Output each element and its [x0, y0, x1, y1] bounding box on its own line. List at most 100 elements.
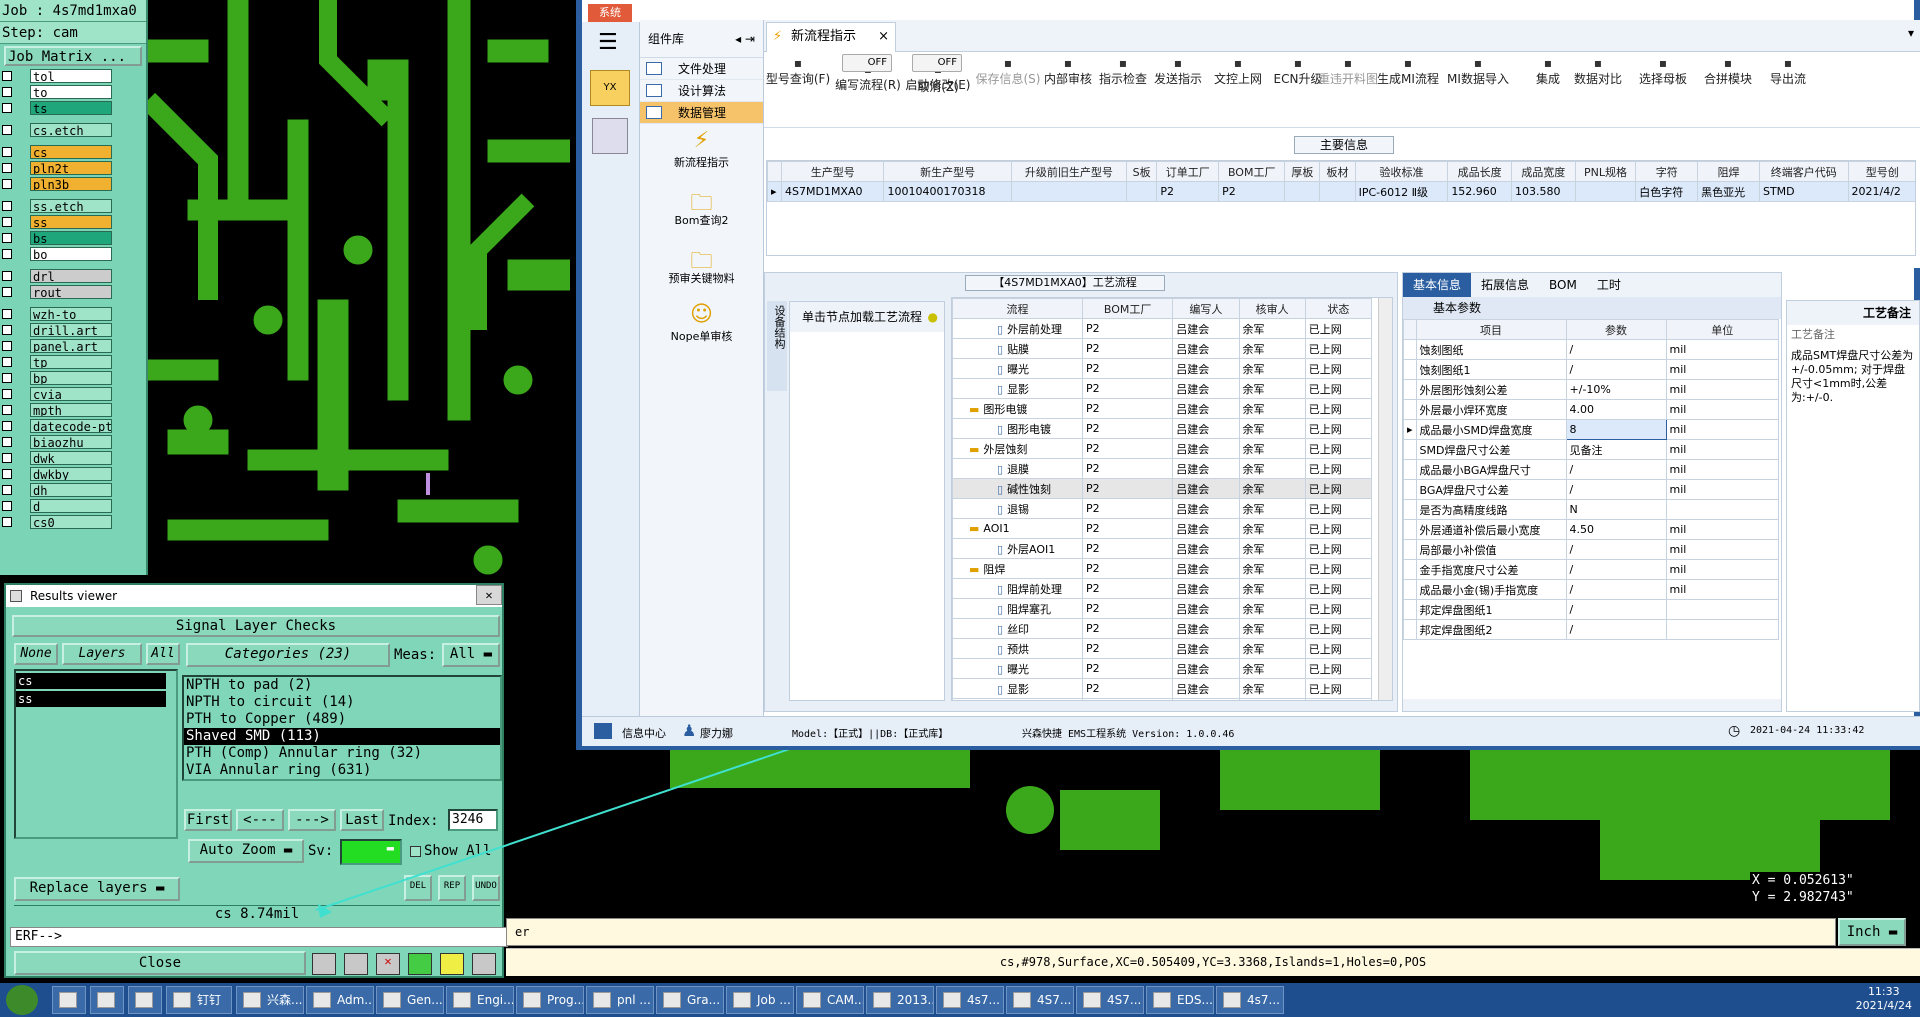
grid-cell[interactable]: 152.960	[1447, 181, 1512, 202]
layer-row[interactable]: ts	[2, 100, 146, 116]
check-item[interactable]: Shaved SMD (113)	[184, 728, 500, 745]
layer-checkbox-icon[interactable]	[2, 179, 12, 189]
layer-row[interactable]: tol	[2, 68, 146, 84]
layer-name[interactable]: mpth	[30, 403, 112, 417]
layer-checkbox-icon[interactable]	[2, 163, 12, 173]
table-row[interactable]: 蚀刻图纸1/mil	[1403, 359, 1780, 380]
equipment-structure-tab[interactable]: 设备结构	[767, 301, 787, 391]
clock[interactable]: 11:33 2021/4/24	[1856, 985, 1912, 1013]
side-tool[interactable]: 🗀 Bom查询2	[640, 182, 763, 240]
table-row[interactable]: 蚀刻图纸 / mil	[1403, 339, 1780, 360]
table-row[interactable]: ▬ AOI1 P2 吕建会 余军 已上网	[952, 518, 1373, 539]
taskbar-item[interactable]: Prog...	[516, 986, 584, 1014]
first-button[interactable]: First	[184, 809, 232, 831]
grid-cell[interactable]: IPC-6012 Ⅱ级	[1354, 181, 1449, 202]
flow-header[interactable]: 核审人	[1238, 298, 1306, 319]
layer-name[interactable]: biaozhu	[30, 435, 112, 449]
grid-cell[interactable]	[1284, 181, 1321, 202]
table-row[interactable]: 外层图形蚀刻公差 +/-10% mil	[1403, 379, 1780, 400]
table-row[interactable]: ▯ 丝印 P2 吕建会 余军 已上网	[952, 618, 1373, 639]
layer-name[interactable]: cvia	[30, 387, 112, 401]
layer-name[interactable]: ts	[30, 101, 112, 115]
system-tab[interactable]: 系统	[588, 4, 632, 22]
taskbar-item[interactable]: Adm...	[306, 986, 374, 1014]
grid-cell[interactable]	[1319, 181, 1356, 202]
param-header[interactable]: 单位	[1665, 319, 1780, 340]
param-value[interactable]: 见备注	[1565, 439, 1667, 460]
table-row[interactable]: ▯ 碱性蚀刻 P2 吕建会 余军 已上网	[952, 478, 1373, 499]
grid-header[interactable]: 成品长度	[1447, 161, 1512, 182]
table-row[interactable]: 外层通道补偿后最小宽度 4.50 mil	[1403, 519, 1780, 540]
layer-name[interactable]: cs0	[30, 515, 112, 529]
taskbar-item[interactable]: 钉钉	[166, 986, 232, 1014]
layer-checkbox-icon[interactable]	[2, 71, 12, 81]
table-row[interactable]: ▯ 退膜 P2 吕建会 余军 已上网	[952, 458, 1373, 479]
layer-row[interactable]: pln3b	[2, 176, 146, 192]
grid-header[interactable]: 型号创	[1847, 161, 1915, 182]
table-row[interactable]: ▯ 显影 P2 吕建会 余军 已上网	[952, 678, 1373, 699]
flow-scrollbar[interactable]	[1378, 298, 1392, 700]
layer-checkbox-icon[interactable]	[2, 147, 12, 157]
info-tab[interactable]: 工时	[1587, 273, 1631, 297]
param-value[interactable]: /	[1565, 599, 1667, 620]
grid-header[interactable]: PNL规格	[1574, 161, 1637, 182]
ribbon-button[interactable]: ▪ 合拼模块	[1694, 56, 1762, 87]
close-icon[interactable]: ×	[878, 23, 889, 51]
layer-row[interactable]: to	[2, 84, 146, 100]
ribbon-button[interactable]: ▪ 保存信息(S)	[974, 56, 1042, 87]
layer-checkbox-icon[interactable]	[2, 287, 12, 297]
param-header[interactable]: 项目	[1415, 319, 1567, 340]
layer-row[interactable]: mpth	[2, 402, 146, 418]
flow-header[interactable]: BOM工厂	[1081, 298, 1174, 319]
grid-cell[interactable]	[1574, 181, 1637, 202]
layer-checkbox-icon[interactable]	[2, 103, 12, 113]
prev-button[interactable]: <---	[236, 809, 284, 831]
layer-row[interactable]: biaozhu	[2, 434, 146, 450]
layer-name[interactable]: cs.etch	[30, 123, 112, 137]
sv-select[interactable]: ▬	[340, 839, 402, 865]
param-value[interactable]: /	[1565, 479, 1667, 500]
ribbon-toggle-edit[interactable]: OFF	[912, 54, 962, 72]
layers-button[interactable]: Layers	[62, 643, 142, 665]
ribbon-button[interactable]: ▪ 重违开料图	[1314, 56, 1382, 87]
layer-name[interactable]: ss.etch	[30, 199, 112, 213]
categories-button[interactable]: Categories (23)	[186, 643, 390, 667]
param-value[interactable]: /	[1565, 579, 1667, 600]
erf-command-line[interactable]: ERF-->	[10, 927, 508, 947]
layer-name[interactable]: cs	[30, 145, 112, 159]
taskbar-item[interactable]: EDS...	[1146, 986, 1214, 1014]
checkbox-icon[interactable]	[410, 845, 421, 857]
param-value[interactable]: /	[1565, 539, 1667, 560]
layer-checkbox-icon[interactable]	[2, 201, 12, 211]
param-value[interactable]: 4.50	[1565, 519, 1667, 540]
grid-header[interactable]: 字符	[1635, 161, 1699, 182]
grid-header[interactable]: 新生产型号	[883, 161, 1012, 182]
table-row[interactable]: ▬字符P2吕建会余军已上网	[952, 698, 1373, 700]
layer-checkbox-icon[interactable]	[2, 373, 12, 383]
param-value[interactable]: 4.00	[1565, 399, 1667, 420]
table-row[interactable]: ▸ 成品最小SMD焊盘宽度 8 mil	[1403, 419, 1780, 440]
layer-name[interactable]: datecode-pth	[30, 419, 112, 433]
table-row[interactable]: ▯ 曝光 P2 吕建会 余军 已上网	[952, 658, 1373, 679]
table-row[interactable]: 局部最小补偿值 / mil	[1403, 539, 1780, 560]
layer-row[interactable]: drill.art	[2, 322, 146, 338]
table-row[interactable]: 邦定焊盘图纸2/	[1403, 619, 1780, 640]
layer-name[interactable]: tol	[30, 69, 112, 83]
layer-checkbox-icon[interactable]	[2, 357, 12, 367]
layer-name[interactable]: d	[30, 499, 112, 513]
table-row[interactable]: ▯ 贴膜 P2 吕建会 余军 已上网	[952, 338, 1373, 359]
layer-checkbox-icon[interactable]	[2, 437, 12, 447]
table-row[interactable]: 金手指宽度尺寸公差 / mil	[1403, 559, 1780, 580]
rep-button[interactable]: REP	[438, 875, 466, 901]
taskbar-item[interactable]: 2013...	[866, 986, 934, 1014]
close-button[interactable]: Close	[14, 951, 306, 975]
check-item[interactable]: VIA Annular ring (631)	[184, 762, 500, 779]
table-row[interactable]: ▯ 阻焊前处理 P2 吕建会 余军 已上网	[952, 578, 1373, 599]
layer-checkbox-icon[interactable]	[2, 217, 12, 227]
none-button[interactable]: None	[14, 643, 58, 665]
layer-name[interactable]: dwkby	[30, 467, 112, 481]
collapse-icon[interactable]: ◂ ⇥	[735, 20, 755, 57]
flow-header[interactable]: 流程	[952, 298, 1083, 319]
layer-name[interactable]: ss	[30, 215, 112, 229]
check-item[interactable]: PTH to Copper (489)	[184, 711, 500, 728]
